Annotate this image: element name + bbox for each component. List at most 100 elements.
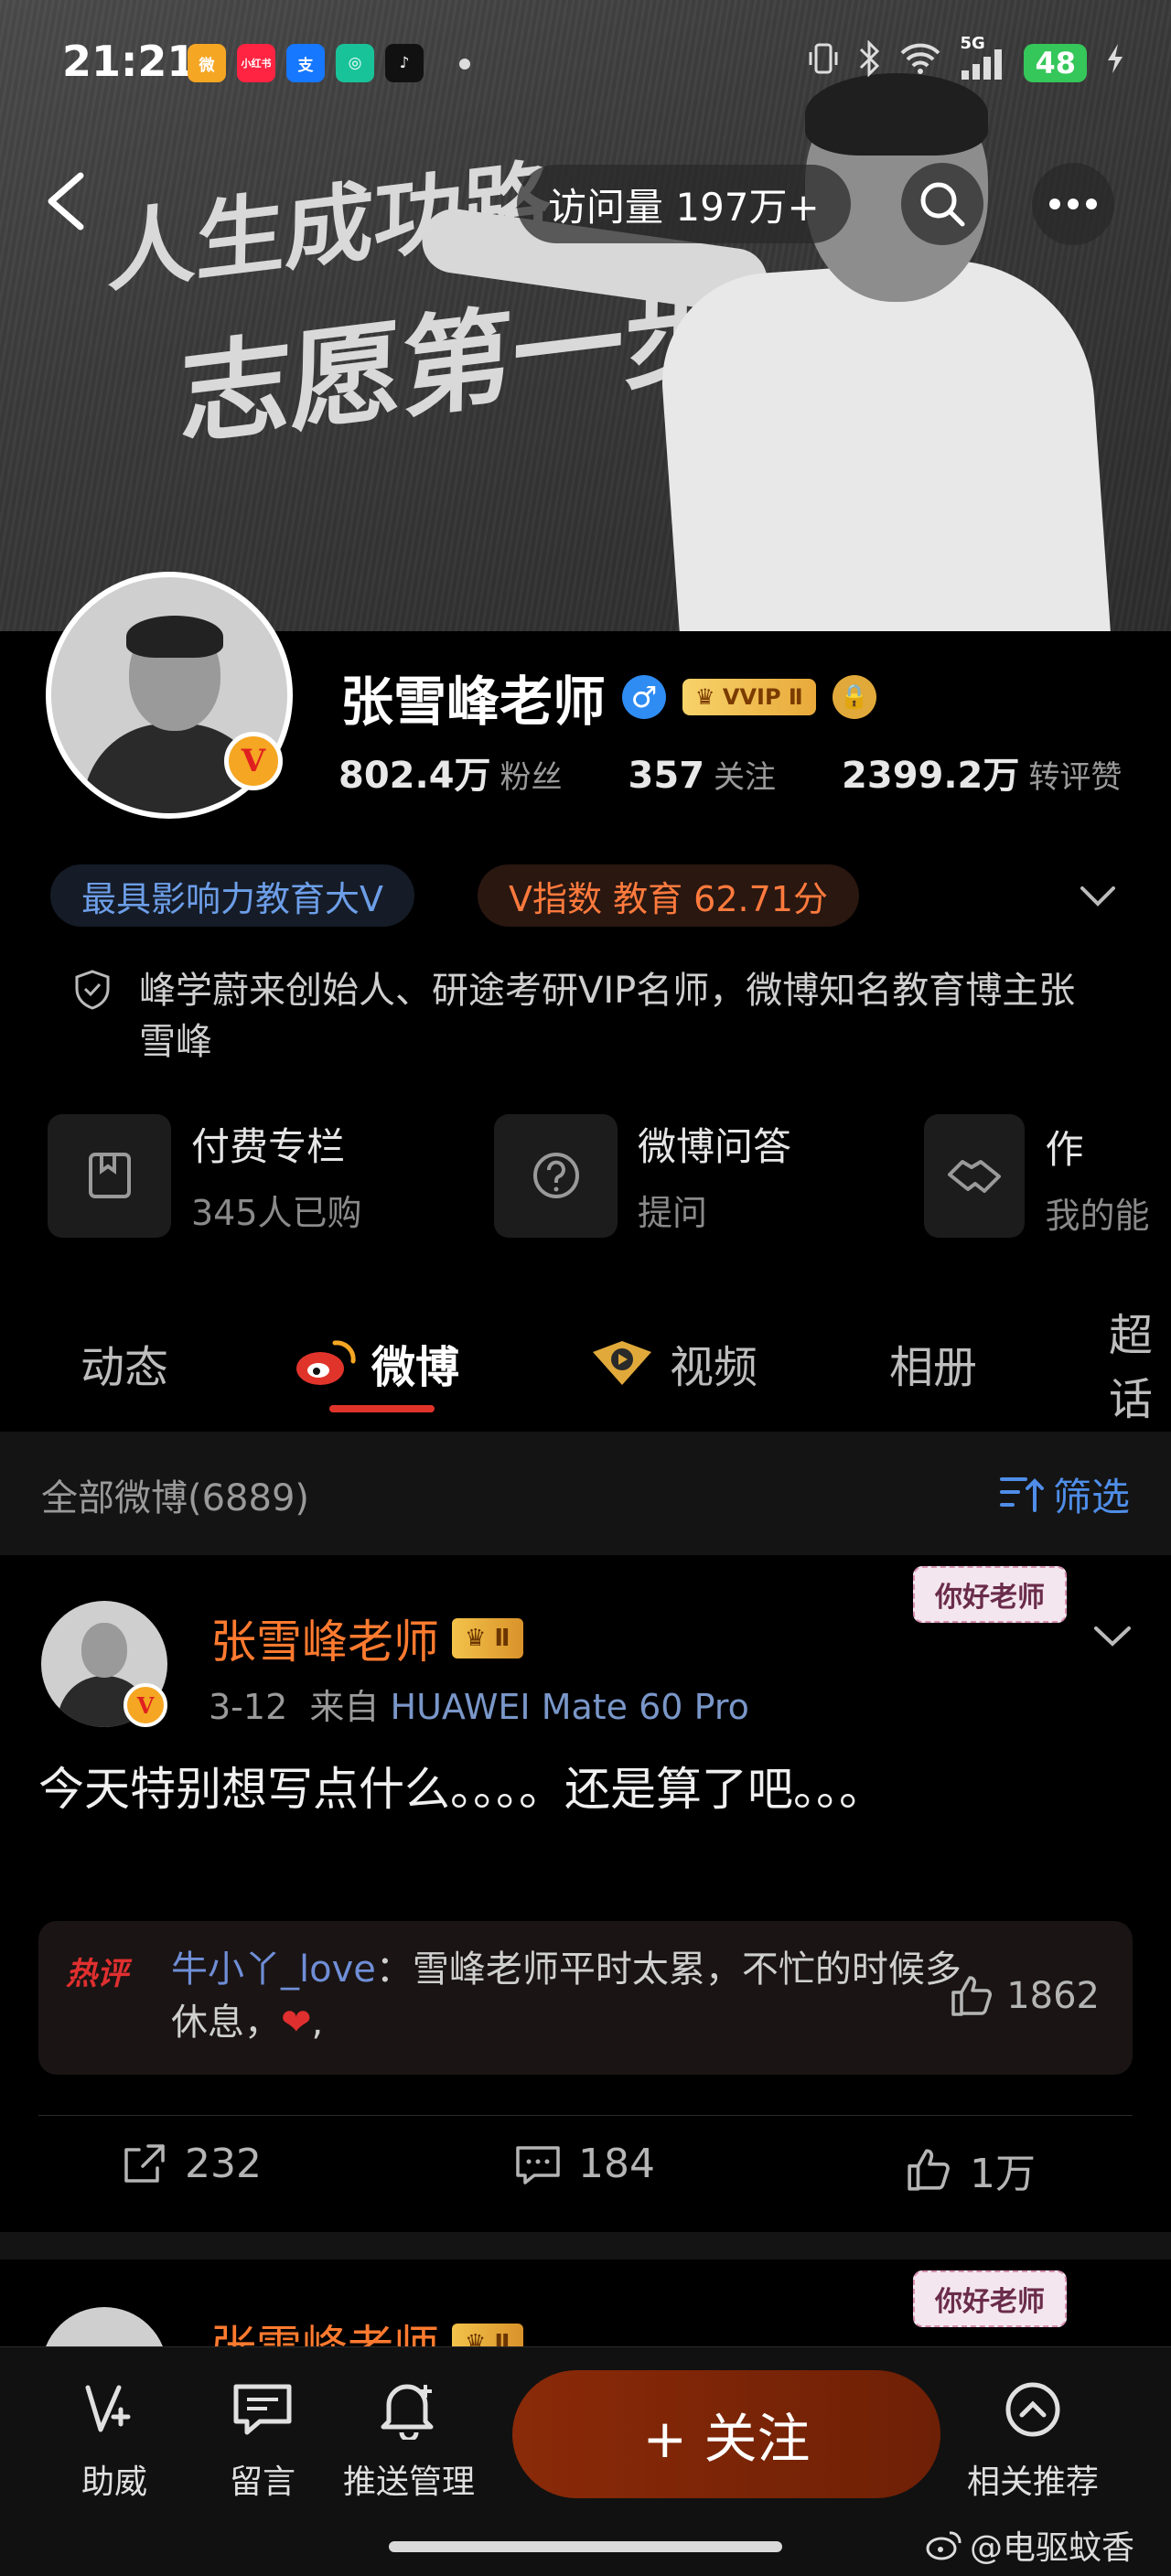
verified-v-badge: V [224, 732, 283, 790]
post-author-avatar[interactable] [41, 2307, 167, 2351]
stat-value: 802.4万 [338, 755, 491, 797]
repost-button[interactable]: 232 [121, 2141, 262, 2187]
stat-label: 转评赞 [1028, 759, 1123, 796]
stat-followers[interactable]: 802.4万 粉丝 [338, 746, 563, 799]
hot-comment-user[interactable]: 牛小丫_love [171, 1948, 376, 1991]
question-icon [494, 1113, 618, 1238]
expand-profile-button[interactable] [1075, 874, 1121, 919]
visit-count: 访问量 197万+ [548, 184, 820, 230]
service-qa[interactable]: 微博问答 提问 [494, 1111, 791, 1240]
filter-label: 筛选 [1052, 1475, 1130, 1519]
tab-label: 动态 [81, 1342, 169, 1393]
teacher-body [654, 251, 1112, 631]
follow-button[interactable]: + 关注 [512, 2370, 940, 2498]
weibo-logo-icon [926, 2531, 962, 2560]
tab-dynamics[interactable]: 动态 [81, 1317, 168, 1409]
search-button[interactable] [901, 163, 983, 245]
verified-v-badge: V [124, 1683, 167, 1727]
vvip-badge[interactable]: ♛ VVIP Ⅱ [682, 679, 816, 715]
watermark: @电驱蚊香 [926, 2521, 1134, 2569]
cheer-button[interactable]: 助威 [55, 2375, 174, 2503]
v-index-tag[interactable]: V指数 教育 62.71分 [478, 864, 859, 927]
like-count: 1万 [970, 2151, 1036, 2197]
tab-label: 超话 [1109, 1310, 1154, 1425]
thumbs-up-icon [951, 1976, 993, 2016]
battery-level: 48 [1024, 43, 1087, 82]
tab-album[interactable]: 相册 [889, 1317, 977, 1409]
chevron-up-circle-icon [998, 2375, 1068, 2444]
level-label: Ⅱ [494, 1625, 510, 1652]
bottom-action-bar: 助威 留言 推送管理 + 关注 相关推荐 @电驱蚊香 [0, 2346, 1171, 2576]
stat-following[interactable]: 357 关注 [628, 752, 777, 797]
stat-interactions[interactable]: 2399.2万 转评赞 [842, 746, 1122, 799]
chevron-down-icon [1094, 1626, 1131, 1647]
wifi-icon [899, 42, 941, 83]
post-device[interactable]: HUAWEI Mate 60 Pro [391, 1687, 749, 1727]
service-sub: 我的能力 [1045, 1196, 1150, 1236]
weibo-post: V 张雪峰老师 ♛ Ⅱ 3-12 来自 HUAWEI Mate 60 Pro 你… [0, 1555, 1171, 2232]
crown-icon: ♛ [695, 684, 723, 710]
visit-count-pill[interactable]: 访问量 197万+ [517, 165, 851, 243]
handshake-icon [924, 1113, 1026, 1238]
post-date: 3-12 [209, 1687, 288, 1727]
bio-text: 峰学蔚来创始人、研途考研VIP名师，微博知名教育博主张雪峰 [139, 970, 1076, 1063]
hot-comment[interactable]: 热评 牛小丫_love：雪峰老师平时太累，不忙的时候多休息，❤, 1862 [38, 1921, 1133, 2075]
home-indicator[interactable] [389, 2541, 782, 2552]
service-title: 付费专栏 [191, 1124, 346, 1169]
watermark-text: @电驱蚊香 [969, 2529, 1134, 2567]
like-button[interactable]: 1万 [906, 2141, 1036, 2199]
comment-button[interactable]: 184 [514, 2141, 655, 2187]
cellular-signal-icon: 5G [960, 34, 1005, 80]
service-paid-column[interactable]: 付费专栏 345人已购 [48, 1111, 362, 1240]
message-button[interactable]: 留言 [203, 2375, 322, 2503]
profile-stats: 802.4万 粉丝 357 关注 2399.2万 转评赞 [338, 746, 1122, 799]
weibo-count: 全部微博(6889) [41, 1477, 310, 1519]
divider [38, 2115, 1133, 2116]
hot-comment-likes: 1862 [1006, 1975, 1100, 2017]
service-cooperation[interactable]: 找我合作 我的能力 [924, 1111, 1171, 1240]
repost-count: 232 [185, 2141, 262, 2187]
bluetooth-icon [857, 39, 881, 85]
push-settings-button[interactable]: 推送管理 [343, 2375, 475, 2503]
chevron-down-icon [1080, 886, 1115, 907]
profile-bio: 峰学蔚来创始人、研途考研VIP名师，微博知名教育博主张雪峰 [71, 965, 1087, 1068]
more-options-button[interactable] [1032, 163, 1114, 245]
filter-button[interactable]: 筛选 [998, 1466, 1130, 1522]
back-button[interactable] [37, 165, 101, 238]
tab-super-topic[interactable]: 超话 [1109, 1310, 1171, 1425]
message-icon [228, 2375, 297, 2444]
post-menu-button[interactable] [1089, 1612, 1136, 1659]
influence-tag[interactable]: 最具影响力教育大V [50, 864, 414, 927]
tiktok-app-icon: ♪ [385, 44, 424, 82]
active-tab-indicator [329, 1405, 435, 1412]
related-recommendations-button[interactable]: 相关推荐 [967, 2375, 1099, 2503]
thumbs-up-icon [908, 2149, 950, 2191]
stat-value: 2399.2万 [842, 755, 1020, 797]
more-notifications-dot [459, 59, 470, 70]
post-meta: 3-12 来自 HUAWEI Mate 60 Pro [209, 1679, 749, 1729]
comment-icon [516, 2145, 560, 2184]
vibrate-icon [808, 41, 839, 84]
bookmark-icon [48, 1113, 171, 1238]
tab-weibo[interactable]: 微博 [293, 1317, 459, 1409]
status-time: 21:21 [62, 37, 197, 86]
post-author[interactable]: 张雪峰老师 ♛ Ⅱ [210, 1605, 523, 1671]
greeting-sticker: 你好老师 [913, 2270, 1067, 2327]
stat-value: 357 [628, 755, 705, 797]
comma: , [311, 2002, 324, 2044]
post-content[interactable]: 今天特别想写点什么。。。。还是算了吧。。。 [38, 1756, 953, 1822]
hot-comment-like-button[interactable]: 1862 [950, 1974, 1100, 2018]
profile-name: 张雪峰老师 [340, 671, 607, 733]
notification-app-icons: 微 小红书 支 ◎ ♪ [188, 44, 424, 82]
greeting-sticker: 你好老师 [913, 1566, 1067, 1623]
comment-count: 184 [578, 2141, 655, 2187]
bottom-label: 相关推荐 [967, 2463, 1100, 2501]
lock-badge-icon[interactable]: 🔒 [832, 675, 876, 719]
verified-shield-icon [75, 970, 110, 1010]
post-author-name: 张雪峰老师 [210, 2321, 439, 2351]
post-author[interactable]: 张雪峰老师 ♛ Ⅱ [210, 2311, 523, 2351]
xiaohongshu-app-icon: 小红书 [237, 44, 275, 82]
tab-video[interactable]: 视频 [587, 1317, 757, 1409]
hot-comment-text: 牛小丫_love：雪峰老师平时太累，不忙的时候多休息，❤, [171, 1943, 967, 2049]
crown-icon: ♛ [465, 1625, 495, 1652]
